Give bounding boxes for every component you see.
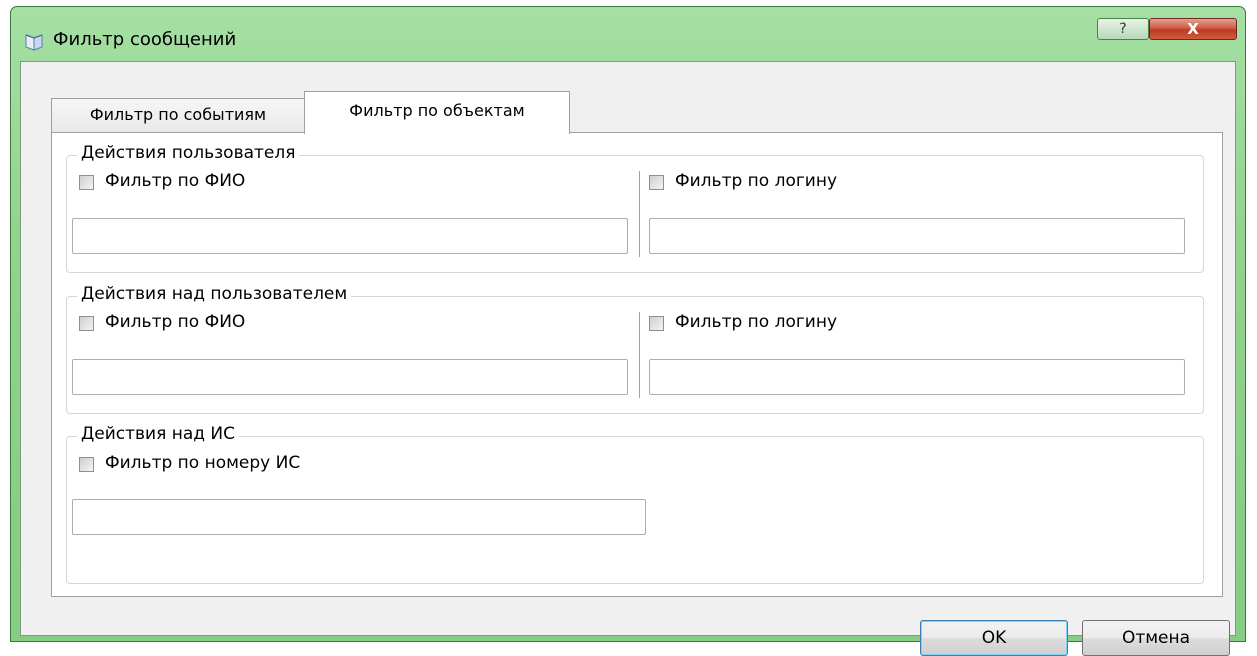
group-title: Действия над ИС	[77, 424, 240, 444]
column-divider	[639, 171, 640, 257]
is-number-input[interactable]	[72, 499, 646, 535]
login-input[interactable]	[649, 218, 1185, 254]
login-input[interactable]	[649, 359, 1185, 395]
dialog-window: Фильтр сообщений ? X Фильтр по событиям …	[10, 6, 1246, 656]
is-number-checkbox[interactable]	[79, 457, 94, 472]
fio-checkbox-label: Фильтр по ФИО	[105, 171, 246, 191]
fio-checkbox[interactable]	[79, 175, 94, 190]
dialog-client-area: Фильтр по событиям Фильтр по объектам Де…	[20, 61, 1236, 656]
help-button[interactable]: ?	[1097, 18, 1149, 40]
cancel-button[interactable]: Отмена	[1082, 620, 1230, 656]
fio-checkbox-label: Фильтр по ФИО	[105, 312, 246, 332]
login-checkbox-label: Фильтр по логину	[675, 171, 838, 191]
tab-panel-objects: Действия пользователя Фильтр по ФИО Филь…	[51, 132, 1223, 597]
ok-button[interactable]: OK	[920, 620, 1068, 656]
column-divider	[639, 312, 640, 398]
window-title: Фильтр сообщений	[53, 29, 237, 50]
tab-objects-filter[interactable]: Фильтр по объектам	[304, 91, 570, 134]
fio-input[interactable]	[72, 359, 628, 395]
login-checkbox[interactable]	[649, 316, 664, 331]
book-icon	[25, 34, 43, 51]
is-number-checkbox-label: Фильтр по номеру ИС	[105, 453, 301, 473]
login-checkbox-label: Фильтр по логину	[675, 312, 838, 332]
group-title: Действия пользователя	[77, 143, 300, 163]
close-button[interactable]: X	[1149, 18, 1237, 40]
tab-events-filter[interactable]: Фильтр по событиям	[51, 98, 305, 132]
fio-checkbox[interactable]	[79, 316, 94, 331]
fio-input[interactable]	[72, 218, 628, 254]
login-checkbox[interactable]	[649, 175, 664, 190]
group-title: Действия над пользователем	[77, 284, 352, 304]
